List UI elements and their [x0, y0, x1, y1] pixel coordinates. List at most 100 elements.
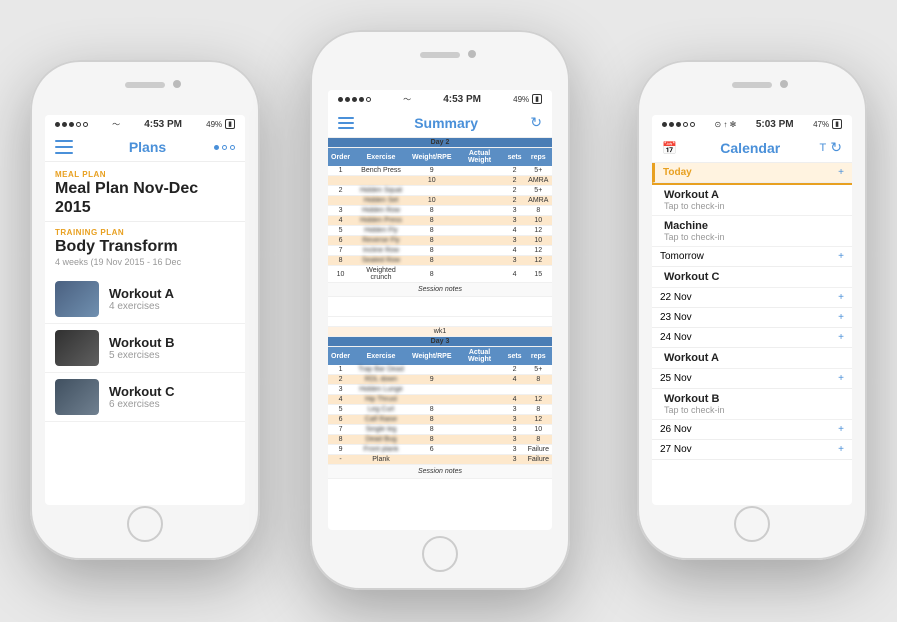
- d2r11-reps: 15: [525, 266, 552, 283]
- workout-name-b: Workout B: [109, 335, 235, 350]
- battery-text: 49%: [206, 120, 222, 129]
- d2-row6: 4 Hidden Press 8 3 10: [328, 216, 552, 226]
- session-notes-row2: Session notes: [328, 465, 552, 479]
- workout-thumb-b: [55, 330, 99, 366]
- workout-item-a[interactable]: Workout A 4 exercises: [45, 275, 245, 324]
- d2r6-reps: 10: [525, 216, 552, 226]
- d2r7-exercise: Hidden Fly: [353, 226, 409, 236]
- r-dot4: [683, 122, 688, 127]
- d2r2-weight: 10: [409, 176, 455, 186]
- calendar-list[interactable]: Today + Workout A Tap to check-in Machin…: [652, 163, 852, 501]
- nov25-label: 25 Nov: [660, 373, 692, 384]
- workout-count-b: 5 exercises: [109, 350, 235, 361]
- training-name[interactable]: Body Transform: [55, 237, 235, 256]
- cal-item-workout-b-25[interactable]: Workout B Tap to check-in: [652, 389, 852, 420]
- workout-item-c[interactable]: Workout C 6 exercises: [45, 373, 245, 422]
- d3r10-ex: Plank: [353, 455, 409, 465]
- d2r9-actual: [455, 246, 505, 256]
- cal-item-c-name: Workout C: [664, 271, 844, 283]
- cal-item-machine[interactable]: Machine Tap to check-in: [652, 216, 852, 247]
- center-home[interactable]: [422, 536, 458, 572]
- summary-scroll[interactable]: Day 2 Order Exercise Weight/RPE Actual W…: [328, 138, 552, 526]
- right-nav: 📅 Calendar T ↻: [652, 133, 852, 163]
- calendar-view-icon[interactable]: T: [820, 142, 827, 154]
- c-dot5: [366, 97, 371, 102]
- d2r1-order: 1: [328, 166, 353, 176]
- nov23-add-button[interactable]: +: [838, 312, 844, 323]
- nov25-add-button[interactable]: +: [838, 373, 844, 384]
- right-screen: ⊙ ↑ ✻ 5:03 PM 47% ▮ 📅 Calendar T ↻ Today…: [652, 115, 852, 505]
- nov22-add-button[interactable]: +: [838, 292, 844, 303]
- d2r10-exercise: Seated Row: [353, 256, 409, 266]
- status-bar: 〜 4:53 PM 49% ▮: [45, 115, 245, 133]
- workout-image-a: [55, 281, 99, 317]
- d3r4-ex: Hip Thrust: [353, 395, 409, 405]
- meal-plan-name[interactable]: Meal Plan Nov-Dec 2015: [55, 179, 235, 217]
- center-phone: 〜 4:53 PM 49% ▮ Summary ↻ Day 2 Or: [310, 30, 570, 590]
- nov24-label: 24 Nov: [660, 332, 692, 343]
- nov27-add-button[interactable]: +: [838, 444, 844, 455]
- d2r8-reps: 10: [525, 236, 552, 246]
- d3r5-ex: Leg Curl: [353, 405, 409, 415]
- d2r2-exercise: [353, 176, 409, 186]
- d2r9-reps: 12: [525, 246, 552, 256]
- nov22-label: 22 Nov: [660, 292, 692, 303]
- battery-icon: ▮: [225, 119, 235, 129]
- d2r10-reps: 12: [525, 256, 552, 266]
- d2r5-actual: [455, 206, 505, 216]
- cal-item-workout-c[interactable]: Workout C: [652, 267, 852, 288]
- center-speaker: [420, 52, 460, 58]
- session-notes-2: Session notes: [328, 465, 552, 479]
- d2r2-reps: AMRA: [525, 176, 552, 186]
- d2-row3: 2 Hidden Squat 2 5+: [328, 186, 552, 196]
- right-refresh-icon[interactable]: ↻: [830, 139, 842, 156]
- workout-name-c: Workout C: [109, 384, 235, 399]
- status-time: 4:53 PM: [144, 119, 182, 130]
- right-nav-title: Calendar: [681, 140, 820, 156]
- nov23-label: 23 Nov: [660, 312, 692, 323]
- nov24-add-button[interactable]: +: [838, 332, 844, 343]
- today-add-button[interactable]: +: [838, 167, 844, 178]
- home-button[interactable]: [127, 506, 163, 542]
- signal-dots: [55, 122, 88, 127]
- d3-row9: 9 Front plank 6 3 Failure: [328, 445, 552, 455]
- d2-row8: 6 Reverse Fly 8 3 10: [328, 236, 552, 246]
- cal-item-workout-a-24[interactable]: Workout A: [652, 348, 852, 369]
- tomorrow-add-button[interactable]: +: [838, 251, 844, 262]
- tomorrow-header: Tomorrow +: [652, 247, 852, 267]
- right-icons: ⊙ ↑ ✻: [714, 120, 736, 129]
- cal-item-a24-name: Workout A: [664, 352, 844, 364]
- nov26-add-button[interactable]: +: [838, 424, 844, 435]
- right-home[interactable]: [734, 506, 770, 542]
- col-weight2: Weight/RPE: [409, 347, 455, 366]
- right-phone: ⊙ ↑ ✻ 5:03 PM 47% ▮ 📅 Calendar T ↻ Today…: [637, 60, 867, 560]
- d2r8-sets: 3: [505, 236, 525, 246]
- calendar-icon[interactable]: 📅: [662, 141, 677, 155]
- d2r9-weight: 8: [409, 246, 455, 256]
- refresh-icon[interactable]: ↻: [530, 114, 542, 131]
- center-hamburger[interactable]: [338, 117, 354, 129]
- phone-speaker: [125, 82, 165, 88]
- d2r4-actual: [455, 196, 505, 206]
- dot3: [69, 122, 74, 127]
- dot5: [83, 122, 88, 127]
- summary-table: Day 2 Order Exercise Weight/RPE Actual W…: [328, 138, 552, 479]
- d2r4-reps: AMRA: [525, 196, 552, 206]
- right-speaker: [732, 82, 772, 88]
- hamburger-icon[interactable]: [55, 140, 73, 154]
- col-order2: Order: [328, 347, 353, 366]
- d2r4-order: [328, 196, 353, 206]
- workout-image-c: [55, 379, 99, 415]
- wifi-icon: 〜: [112, 119, 120, 130]
- nov27-header: 27 Nov +: [652, 440, 852, 460]
- workout-count-a: 4 exercises: [109, 301, 235, 312]
- cal-item-workout-a-today[interactable]: Workout A Tap to check-in: [652, 185, 852, 216]
- empty-row2: [328, 317, 552, 327]
- d2r6-weight: 8: [409, 216, 455, 226]
- d2-row2: 10 2 AMRA: [328, 176, 552, 186]
- d3-row4: 4 Hip Thrust 4 12: [328, 395, 552, 405]
- r-dot5: [690, 122, 695, 127]
- d2r10-weight: 8: [409, 256, 455, 266]
- workout-item-b[interactable]: Workout B 5 exercises: [45, 324, 245, 373]
- d2-row7: 5 Hidden Fly 8 4 12: [328, 226, 552, 236]
